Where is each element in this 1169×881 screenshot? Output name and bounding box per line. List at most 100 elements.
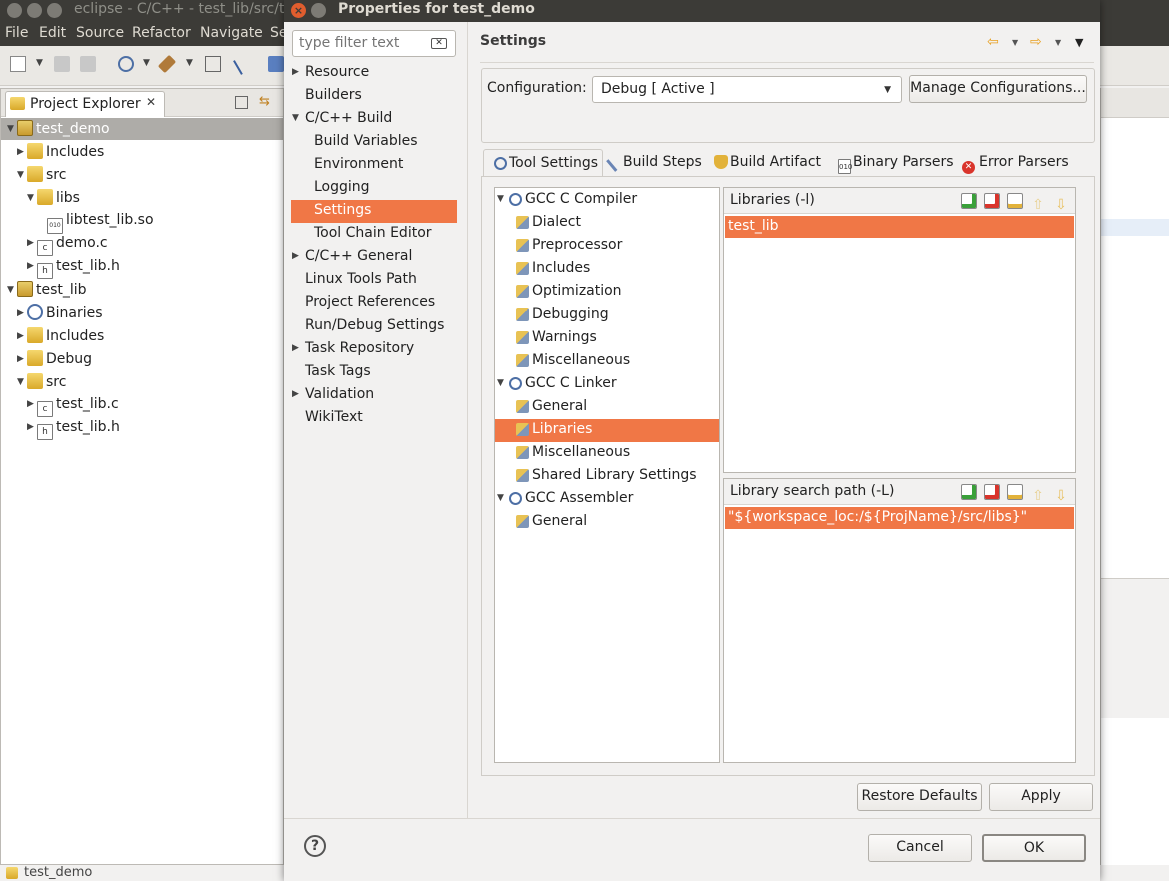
help-icon[interactable]: ? xyxy=(304,835,326,857)
tree-item[interactable]: ▼ test_demo xyxy=(1,118,283,140)
collapsed-arrow-icon[interactable]: ▶ xyxy=(292,389,305,399)
back-arrow-icon[interactable]: ⇦ xyxy=(987,34,999,50)
nav-item[interactable]: Settings xyxy=(291,200,457,223)
nav-item[interactable]: Tool Chain Editor xyxy=(291,223,457,246)
apply-button[interactable]: Apply xyxy=(989,783,1093,811)
tree-item[interactable]: ▼ libs xyxy=(1,187,283,209)
nav-item[interactable]: Linux Tools Path xyxy=(291,269,457,292)
tool-item[interactable]: ▼ GCC C Linker xyxy=(495,373,719,396)
collapsed-arrow-icon[interactable]: ▶ xyxy=(292,67,305,77)
menu-file[interactable]: File xyxy=(5,25,28,41)
tree-item[interactable]: ▶ Includes xyxy=(1,325,283,347)
move-down-icon[interactable]: ⇩ xyxy=(1053,198,1069,214)
edit-icon[interactable] xyxy=(1007,484,1023,500)
binary-icon[interactable] xyxy=(205,56,221,72)
collapsed-arrow-icon[interactable]: ▶ xyxy=(27,261,37,271)
move-up-icon[interactable]: ⇧ xyxy=(1030,198,1046,214)
restore-defaults-button[interactable]: Restore Defaults xyxy=(857,783,982,811)
collapsed-arrow-icon[interactable]: ▶ xyxy=(17,308,27,318)
tree-item[interactable]: ▶ h test_lib.h xyxy=(1,256,283,279)
build-settings-icon[interactable] xyxy=(118,56,134,72)
tool-option-item[interactable]: Dialect xyxy=(495,212,719,235)
nav-item[interactable]: Environment xyxy=(291,154,457,177)
tool-option-item[interactable]: General xyxy=(495,511,719,534)
expanded-arrow-icon[interactable]: ▼ xyxy=(17,170,27,180)
expanded-arrow-icon[interactable]: ▼ xyxy=(497,493,509,503)
view-menu-icon[interactable]: ▼ xyxy=(1075,36,1083,49)
tab-build-steps[interactable]: Build Steps xyxy=(606,149,702,177)
new-icon[interactable] xyxy=(10,56,26,72)
tree-item[interactable]: ▶ c demo.c xyxy=(1,233,283,256)
build-dropdown-icon[interactable]: ▼ xyxy=(143,58,150,68)
tab-error-parsers[interactable]: ✕ Error Parsers xyxy=(962,149,1069,177)
nav-item[interactable]: Run/Debug Settings xyxy=(291,315,457,338)
save-all-icon[interactable] xyxy=(80,56,96,72)
save-icon[interactable] xyxy=(54,56,70,72)
close-icon[interactable]: ✕ xyxy=(146,95,156,109)
debug-icon[interactable] xyxy=(233,53,255,75)
nav-item[interactable]: Build Variables xyxy=(291,131,457,154)
tool-option-item[interactable]: Libraries xyxy=(495,419,719,442)
manage-configurations-button[interactable]: Manage Configurations... xyxy=(909,75,1087,103)
tree-item[interactable]: ▼ src xyxy=(1,371,283,393)
hammer-dropdown-icon[interactable]: ▼ xyxy=(186,58,193,68)
collapsed-arrow-icon[interactable]: ▶ xyxy=(27,238,37,248)
back-dropdown-icon[interactable]: ▼ xyxy=(1012,38,1018,47)
new-dropdown-icon[interactable]: ▼ xyxy=(36,58,43,68)
dialog-close-icon[interactable]: × xyxy=(291,3,306,18)
delete-icon[interactable] xyxy=(984,193,1000,209)
tool-item[interactable]: ▼ GCC Assembler xyxy=(495,488,719,511)
collapsed-arrow-icon[interactable]: ▶ xyxy=(27,399,37,409)
library-item[interactable]: test_lib xyxy=(725,216,1074,238)
tool-option-item[interactable]: Shared Library Settings xyxy=(495,465,719,488)
tab-tool-settings[interactable]: Tool Settings xyxy=(483,149,603,177)
edit-icon[interactable] xyxy=(1007,193,1023,209)
tree-item[interactable]: 010 libtest_lib.so xyxy=(1,210,283,234)
nav-item[interactable]: Task Tags xyxy=(291,361,457,384)
expanded-arrow-icon[interactable]: ▼ xyxy=(7,124,17,134)
collapsed-arrow-icon[interactable]: ▶ xyxy=(27,422,37,432)
cancel-button[interactable]: Cancel xyxy=(868,834,972,862)
tool-option-item[interactable]: Miscellaneous xyxy=(495,350,719,373)
tool-option-item[interactable]: Includes xyxy=(495,258,719,281)
expanded-arrow-icon[interactable]: ▼ xyxy=(497,194,509,204)
expanded-arrow-icon[interactable]: ▼ xyxy=(27,193,37,203)
nav-item[interactable]: ▶ Validation xyxy=(291,384,457,407)
library-path-item[interactable]: "${workspace_loc:/${ProjName}/src/libs}" xyxy=(725,507,1074,529)
nav-item[interactable]: Logging xyxy=(291,177,457,200)
tool-option-item[interactable]: Warnings xyxy=(495,327,719,350)
tab-build-artifact[interactable]: Build Artifact xyxy=(714,149,821,177)
delete-icon[interactable] xyxy=(984,484,1000,500)
collapsed-arrow-icon[interactable]: ▶ xyxy=(17,147,27,157)
menu-edit[interactable]: Edit xyxy=(39,25,66,41)
move-down-icon[interactable]: ⇩ xyxy=(1053,489,1069,505)
move-up-icon[interactable]: ⇧ xyxy=(1030,489,1046,505)
collapse-all-icon[interactable] xyxy=(235,96,248,109)
add-icon[interactable] xyxy=(961,193,977,209)
expanded-arrow-icon[interactable]: ▼ xyxy=(17,377,27,387)
nav-item[interactable]: Project References xyxy=(291,292,457,315)
tool-option-item[interactable]: Debugging xyxy=(495,304,719,327)
nav-item[interactable]: Builders xyxy=(291,85,457,108)
tool-item[interactable]: ▼ GCC C Compiler xyxy=(495,189,719,212)
tree-item[interactable]: ▶ Debug xyxy=(1,348,283,370)
nav-item[interactable]: ▼ C/C++ Build xyxy=(291,108,457,131)
project-explorer-tab[interactable]: Project Explorer ✕ xyxy=(5,91,165,117)
window-minimize-icon[interactable] xyxy=(27,3,42,18)
link-with-editor-icon[interactable]: ⇆ xyxy=(259,94,270,109)
forward-dropdown-icon[interactable]: ▼ xyxy=(1055,38,1061,47)
clear-filter-icon[interactable]: ✕ xyxy=(431,38,447,49)
tree-item[interactable]: ▼ src xyxy=(1,164,283,186)
collapsed-arrow-icon[interactable]: ▶ xyxy=(292,251,305,261)
menu-source[interactable]: Source xyxy=(76,25,124,41)
forward-arrow-icon[interactable]: ⇨ xyxy=(1030,34,1042,50)
tree-item[interactable]: ▶ Binaries xyxy=(1,302,283,324)
nav-item[interactable]: WikiText xyxy=(291,407,457,430)
tree-item[interactable]: ▶ Includes xyxy=(1,141,283,163)
nav-item[interactable]: ▶ Resource xyxy=(291,62,457,85)
nav-item[interactable]: ▶ C/C++ General xyxy=(291,246,457,269)
tool-option-item[interactable]: Miscellaneous xyxy=(495,442,719,465)
nav-item[interactable]: ▶ Task Repository xyxy=(291,338,457,361)
configuration-select[interactable]: Debug [ Active ] ▼ xyxy=(592,76,902,103)
window-close-icon[interactable] xyxy=(7,3,22,18)
